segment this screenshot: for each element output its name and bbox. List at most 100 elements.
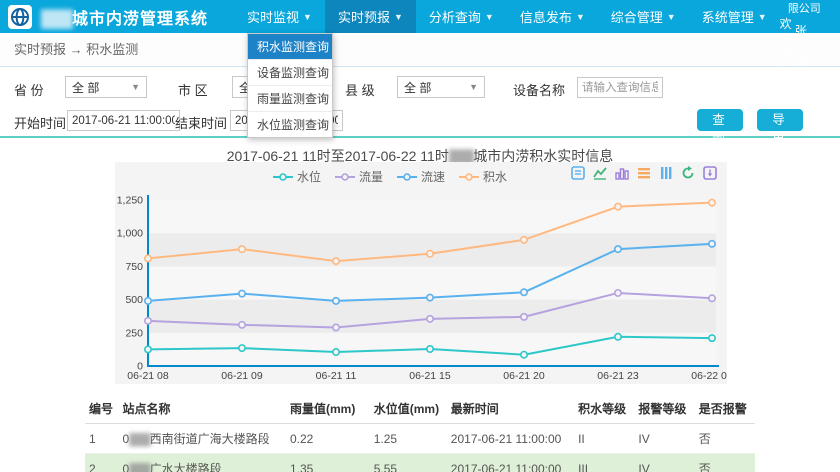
chevron-down-icon: ▼ xyxy=(576,12,585,22)
line-chart[interactable]: 02505007501,0001,25006-21 0806-21 0906-2… xyxy=(115,188,727,384)
svg-text:06-21 11: 06-21 11 xyxy=(316,370,357,382)
cell-num: 1 xyxy=(85,424,119,454)
svg-text:06-21 23: 06-21 23 xyxy=(597,370,639,382)
line-chart-icon[interactable] xyxy=(593,166,607,180)
user-caret-icon[interactable]: ▾ xyxy=(810,39,815,54)
legend-item-水位[interactable]: 水位 xyxy=(273,168,321,185)
province-label: 省 份 xyxy=(14,80,44,99)
filter-panel: 省 份 全 部▼ 市 区 全 部▼ 县 级 全 部▼ 设备名称 开始时间 结束时… xyxy=(0,67,840,138)
username[interactable]: 张三国 xyxy=(795,24,807,69)
cell-time: 2017-06-21 11:00:00 xyxy=(447,454,574,472)
svg-text:06-21 08: 06-21 08 xyxy=(127,370,169,382)
data-view-icon[interactable] xyxy=(571,166,585,180)
dropdown-item-3[interactable]: 水位监测查询 xyxy=(248,112,332,137)
app-logo-icon xyxy=(8,5,32,29)
censored-text: ███ xyxy=(129,434,149,446)
legend-marker-icon xyxy=(273,172,293,182)
cell-time: 2017-06-21 11:00:00 xyxy=(447,424,574,454)
cell-water: 1.25 xyxy=(370,424,447,454)
legend-item-流量[interactable]: 流量 xyxy=(335,168,383,185)
cell-rain: 1.35 xyxy=(286,454,370,472)
cell-flood-level: III xyxy=(574,454,634,472)
legend-marker-icon xyxy=(335,172,355,182)
svg-text:500: 500 xyxy=(125,294,143,306)
svg-text:1,000: 1,000 xyxy=(117,228,143,240)
svg-text:750: 750 xyxy=(125,261,143,273)
cell-rain: 0.22 xyxy=(286,424,370,454)
dropdown-item-2[interactable]: 雨量监测查询 xyxy=(248,86,332,112)
county-label: 县 级 xyxy=(345,80,375,99)
bar-chart-icon[interactable] xyxy=(615,166,629,180)
svg-text:06-21 15: 06-21 15 xyxy=(409,370,451,382)
chevron-down-icon: ▼ xyxy=(131,82,140,92)
nav-item-0[interactable]: 实时监视▼ xyxy=(234,0,325,33)
top-navbar: ███城市内涝管理系统 实时监视▼实时预报▼分析查询▼信息发布▼综合管理▼系统管… xyxy=(0,0,840,33)
station-table: 编号站点名称雨量值(mm)水位值(mm)最新时间积水等级报警等级是否报警 10█… xyxy=(85,394,755,472)
dropdown-item-0[interactable]: 积水监测查询 xyxy=(248,34,332,60)
svg-text:06-22 09: 06-22 09 xyxy=(691,370,727,382)
chart-panel: 水位流量流速积水 02505007501,0001,25006-21 0806-… xyxy=(115,162,727,384)
county-select[interactable]: 全 部▼ xyxy=(397,76,485,98)
table-header-6: 报警等级 xyxy=(634,394,694,424)
tiled-icon[interactable] xyxy=(659,166,673,180)
province-select[interactable]: 全 部▼ xyxy=(65,76,147,98)
table-header-2: 雨量值(mm) xyxy=(286,394,370,424)
cell-is-alarm: 否 xyxy=(695,424,755,454)
chevron-down-icon: ▼ xyxy=(667,12,676,22)
chevron-down-icon: ▼ xyxy=(469,82,478,92)
device-name-input[interactable] xyxy=(577,77,663,98)
restore-icon[interactable] xyxy=(681,166,695,180)
dropdown-item-1[interactable]: 设备监测查询 xyxy=(248,60,332,86)
end-time-label: 结束时间 xyxy=(175,113,227,132)
chart-legend: 水位流量流速积水 xyxy=(273,168,507,185)
gear-icon[interactable]: ⚙ xyxy=(817,40,830,54)
welcome-text: 欢 迎 你 : 张三国 ▾ ⚙ xyxy=(780,17,830,77)
table-header-row: 编号站点名称雨量值(mm)水位值(mm)最新时间积水等级报警等级是否报警 xyxy=(85,394,755,424)
table-header-5: 积水等级 xyxy=(574,394,634,424)
censored-text: ███ xyxy=(129,464,149,472)
realtime-forecast-dropdown: 积水监测查询设备监测查询雨量监测查询水位监测查询 xyxy=(247,33,333,138)
station-table-wrap: 编号站点名称雨量值(mm)水位值(mm)最新时间积水等级报警等级是否报警 10█… xyxy=(85,394,755,472)
start-time-input[interactable] xyxy=(67,110,180,131)
device-name-label: 设备名称 xyxy=(513,80,565,99)
cell-water: 5.55 xyxy=(370,454,447,472)
legend-marker-icon xyxy=(459,172,479,182)
chevron-down-icon: ▼ xyxy=(485,12,494,22)
chevron-down-icon: ▼ xyxy=(303,12,312,22)
main-menu: 实时监视▼实时预报▼分析查询▼信息发布▼综合管理▼系统管理▼ xyxy=(234,0,780,33)
chart-toolbox xyxy=(571,166,717,180)
table-header-3: 水位值(mm) xyxy=(370,394,447,424)
export-button[interactable]: 导 出 xyxy=(757,109,803,131)
cell-num: 2 xyxy=(85,454,119,472)
nav-item-3[interactable]: 信息发布▼ xyxy=(507,0,598,33)
query-button[interactable]: 查 询 xyxy=(697,109,743,131)
cell-flood-level: II xyxy=(574,424,634,454)
chevron-down-icon: ▼ xyxy=(758,12,767,22)
svg-text:250: 250 xyxy=(125,327,143,339)
navbar-right: 北京国信华源科技有限公司 欢 迎 你 : 张三国 ▾ ⚙ xyxy=(780,0,830,77)
legend-item-流速[interactable]: 流速 xyxy=(397,168,445,185)
table-row: 20███广水大楼路段1.355.552017-06-21 11:00:00II… xyxy=(85,454,755,472)
nav-item-5[interactable]: 系统管理▼ xyxy=(689,0,780,33)
svg-text:06-21 20: 06-21 20 xyxy=(503,370,545,382)
nav-item-1[interactable]: 实时预报▼ xyxy=(325,0,416,33)
cell-is-alarm: 否 xyxy=(695,454,755,472)
table-header-7: 是否报警 xyxy=(695,394,755,424)
start-time-label: 开始时间 xyxy=(14,113,66,132)
cell-alarm-level: IV xyxy=(634,454,694,472)
table-header-4: 最新时间 xyxy=(447,394,574,424)
breadcrumb: 实时预报 → 积水监测 xyxy=(0,33,840,67)
chevron-down-icon: ▼ xyxy=(394,12,403,22)
table-header-0: 编号 xyxy=(85,394,119,424)
stack-icon[interactable] xyxy=(637,166,651,180)
legend-item-积水[interactable]: 积水 xyxy=(459,168,507,185)
censored-city-name: ███ xyxy=(41,11,72,28)
table-row: 10███西南街道广海大楼路段0.221.252017-06-21 11:00:… xyxy=(85,424,755,454)
svg-text:06-21 09: 06-21 09 xyxy=(221,370,263,382)
save-image-icon[interactable] xyxy=(703,166,717,180)
cell-station-name: 0███广水大楼路段 xyxy=(119,454,287,472)
legend-marker-icon xyxy=(397,172,417,182)
nav-item-4[interactable]: 综合管理▼ xyxy=(598,0,689,33)
nav-item-2[interactable]: 分析查询▼ xyxy=(416,0,507,33)
company-name: 北京国信华源科技有限公司 xyxy=(780,0,830,17)
